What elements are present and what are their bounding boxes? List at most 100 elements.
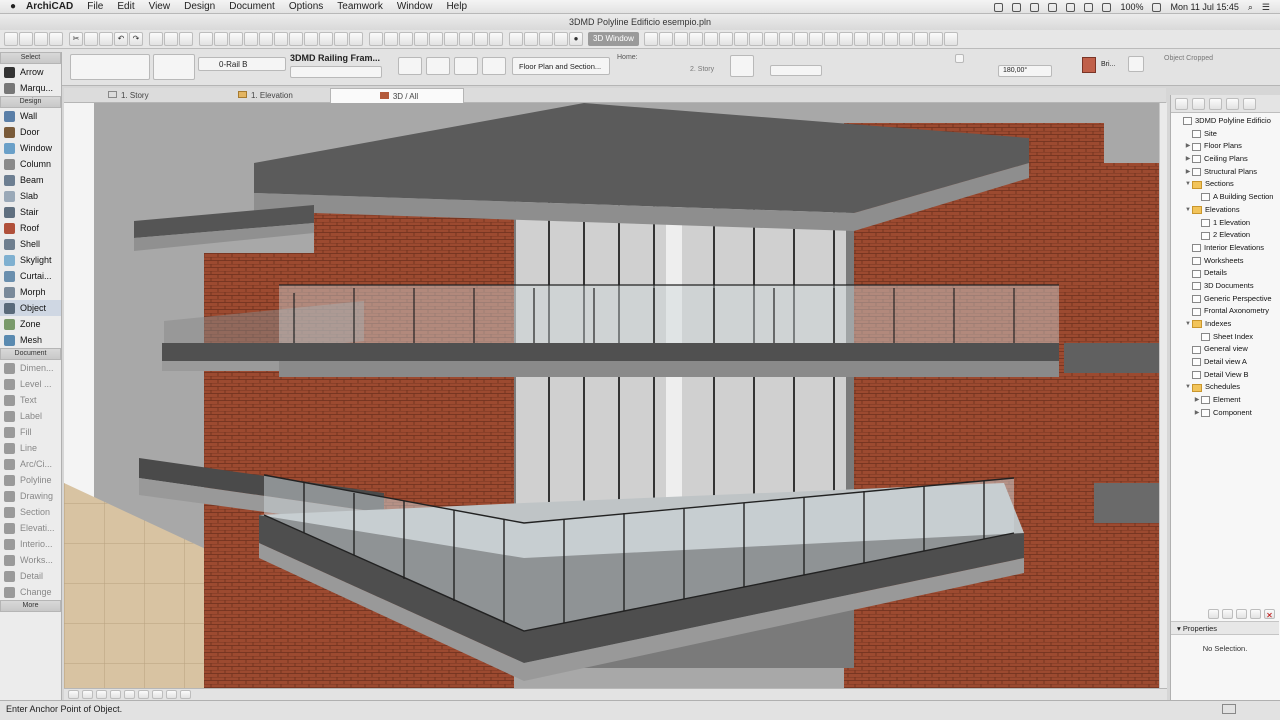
angle-field[interactable]: 180,00° — [998, 65, 1052, 77]
tool-label[interactable]: Label — [0, 408, 61, 424]
wifi-icon[interactable] — [1084, 2, 1094, 12]
disclosure-icon[interactable]: ▼ — [1184, 178, 1192, 191]
tree-item[interactable]: Detail View B — [1171, 369, 1279, 382]
tab-3d-all[interactable]: 3D / All — [330, 88, 464, 103]
elevation-field[interactable] — [770, 65, 822, 76]
tool-shell[interactable]: Shell — [0, 236, 61, 252]
floor-plan-icon[interactable] — [509, 32, 523, 46]
object-settings-field[interactable] — [290, 66, 382, 78]
tool-worksheet[interactable]: Works... — [0, 552, 61, 568]
fillet-icon[interactable] — [414, 32, 428, 46]
zoom-previous-icon[interactable] — [110, 690, 121, 699]
tree-item[interactable]: ▶ Ceiling Plans — [1171, 153, 1279, 166]
camera-icon[interactable] — [643, 32, 658, 46]
properties-header[interactable]: ▾ Properties — [1171, 621, 1279, 635]
clone-folder-icon[interactable] — [1222, 609, 1233, 619]
menu-file[interactable]: File — [87, 1, 103, 12]
disclosure-icon[interactable]: ▶ — [1184, 140, 1192, 153]
tool-polyline[interactable]: Polyline — [0, 472, 61, 488]
redo-icon[interactable]: ↷ — [129, 32, 143, 46]
tool-curtain-wall[interactable]: Curtai... — [0, 268, 61, 284]
home-icon[interactable] — [718, 32, 733, 46]
align-icon[interactable] — [349, 32, 363, 46]
capture-icon[interactable] — [913, 32, 928, 46]
disclosure-icon[interactable]: ▼ — [1184, 381, 1192, 394]
tree-item[interactable]: Sheet Index — [1171, 331, 1279, 344]
tree-item[interactable]: 1 Elevation — [1171, 217, 1279, 230]
status-icon[interactable] — [1066, 2, 1076, 12]
tool-beam[interactable]: Beam — [0, 172, 61, 188]
clock[interactable]: Mon 11 Jul 15:45 — [1170, 2, 1238, 12]
battery-icon[interactable] — [1152, 2, 1162, 12]
status-icon[interactable] — [994, 2, 1004, 12]
menu-edit[interactable]: Edit — [117, 1, 134, 12]
photo-icon[interactable] — [883, 32, 898, 46]
tab-1-elevation[interactable]: 1. Elevation — [234, 88, 330, 103]
material-icon[interactable] — [853, 32, 868, 46]
tool-window[interactable]: Window — [0, 140, 61, 156]
tree-item[interactable]: Worksheets — [1171, 255, 1279, 268]
tool-skylight[interactable]: Skylight — [0, 252, 61, 268]
toolbox-header-document[interactable]: Document — [0, 348, 61, 360]
tool-arrow[interactable]: Arrow — [0, 64, 61, 80]
tab-1-story[interactable]: 1. Story — [104, 88, 230, 103]
menu-help[interactable]: Help — [446, 1, 467, 12]
find-select-icon[interactable] — [149, 32, 163, 46]
rotate-icon[interactable] — [474, 32, 488, 46]
tree-item[interactable]: Details — [1171, 267, 1279, 280]
menu-options[interactable]: Options — [289, 1, 323, 12]
copy-icon[interactable] — [84, 32, 98, 46]
new-file-icon[interactable] — [4, 32, 18, 46]
layout-icon[interactable] — [554, 32, 568, 46]
disclosure-icon[interactable]: ▶ — [1193, 407, 1201, 420]
lock-icon[interactable] — [304, 32, 318, 46]
pan-icon[interactable] — [124, 690, 135, 699]
tree-item[interactable]: 2 Elevation — [1171, 229, 1279, 242]
menu-design[interactable]: Design — [184, 1, 215, 12]
tree-item[interactable]: 3DMD Polyline Edificio — [1171, 115, 1279, 128]
elevate-icon[interactable] — [444, 32, 458, 46]
cut-icon[interactable]: ✂ — [69, 32, 83, 46]
delete-icon[interactable]: ✕ — [1264, 609, 1275, 620]
explore-icon[interactable] — [152, 690, 163, 699]
elevation-icon[interactable] — [730, 55, 754, 77]
disclosure-icon[interactable]: ▶ — [1193, 394, 1201, 407]
tool-morph[interactable]: Morph — [0, 284, 61, 300]
tilt-checkbox[interactable] — [955, 54, 964, 63]
tool-zone[interactable]: Zone — [0, 316, 61, 332]
floor-plan-section-button[interactable]: Floor Plan and Section... — [512, 57, 610, 75]
disclosure-icon[interactable]: ▼ — [1184, 204, 1192, 217]
style-icon[interactable] — [823, 32, 838, 46]
cube-icon[interactable] — [748, 32, 763, 46]
hatch-icon[interactable] — [1128, 56, 1144, 72]
tree-item[interactable]: ▼ Sections — [1171, 178, 1279, 191]
tree-item[interactable]: ▼ Schedules — [1171, 381, 1279, 394]
battery-percent[interactable]: 100% — [1120, 2, 1143, 12]
geometry-method-group[interactable] — [70, 54, 150, 80]
bring-front-icon[interactable] — [319, 32, 333, 46]
layout-book-icon[interactable] — [1209, 97, 1222, 110]
menu-teamwork[interactable]: Teamwork — [337, 1, 383, 12]
menu-list-icon[interactable]: ☰ — [1262, 2, 1270, 13]
tool-dimension[interactable]: Dimen... — [0, 360, 61, 376]
group-icon[interactable] — [274, 32, 288, 46]
sketch-icon[interactable] — [898, 32, 913, 46]
menu-document[interactable]: Document — [229, 1, 275, 12]
pick-up-icon[interactable] — [164, 32, 178, 46]
view-map-icon[interactable] — [1192, 97, 1205, 110]
grid-icon[interactable] — [229, 32, 243, 46]
tree-item[interactable]: ▶ Component — [1171, 407, 1279, 420]
tool-object[interactable]: Object — [0, 300, 61, 316]
section-view-icon[interactable] — [524, 32, 538, 46]
settings-icon[interactable] — [928, 32, 943, 46]
apple-icon[interactable]: ● — [0, 1, 26, 12]
print-icon[interactable] — [49, 32, 63, 46]
organizer-icon[interactable] — [1243, 97, 1256, 110]
resize-icon[interactable] — [429, 32, 443, 46]
tool-level-dimension[interactable]: Level ... — [0, 376, 61, 392]
3d-viewport[interactable] — [64, 103, 1159, 688]
walk-icon[interactable] — [166, 690, 177, 699]
render-icon[interactable] — [793, 32, 808, 46]
tool-change[interactable]: Change — [0, 584, 61, 600]
publisher-icon[interactable] — [1226, 97, 1239, 110]
